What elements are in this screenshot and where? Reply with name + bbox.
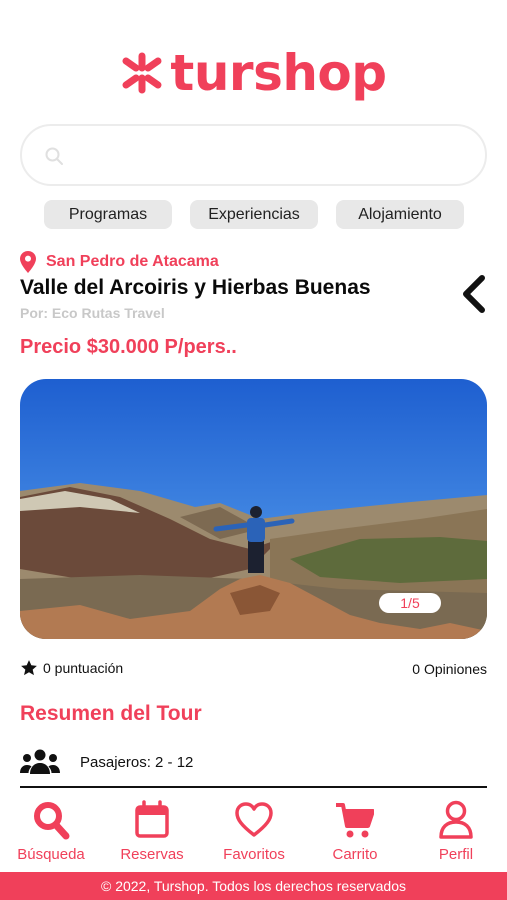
search-icon (45, 147, 63, 165)
calendar-icon (135, 800, 169, 838)
category-chips: Programas Experiencias Alojamiento (44, 200, 464, 229)
chip-programas[interactable]: Programas (44, 200, 172, 229)
cart-icon (336, 803, 374, 838)
brand-name: turshop (170, 44, 387, 102)
chip-alojamiento[interactable]: Alojamiento (336, 200, 464, 229)
nav-label: Carrito (332, 846, 378, 863)
search-input[interactable] (74, 134, 464, 178)
rating: 0 puntuación (20, 659, 123, 677)
heart-icon (235, 802, 273, 837)
passengers-row: Pasajeros: 2 - 12 (20, 748, 193, 776)
divider (20, 786, 487, 788)
tour-location: San Pedro de Atacama (20, 251, 219, 273)
passengers-label: Pasajeros: 2 - 12 (80, 753, 194, 771)
nav-favoritos[interactable]: Favoritos (209, 800, 299, 863)
group-icon (20, 749, 60, 774)
nav-label: Reservas (120, 846, 184, 863)
tour-operator: Por: Eco Rutas Travel (20, 305, 165, 321)
tour-photo-carousel[interactable]: 1/5 (20, 379, 487, 639)
location-pin-icon (20, 251, 36, 273)
back-chevron-icon[interactable] (460, 274, 490, 314)
nav-perfil[interactable]: Perfil (411, 800, 501, 863)
asterisk-logo-icon (122, 52, 162, 94)
chip-experiencias[interactable]: Experiencias (190, 200, 318, 229)
user-icon (439, 800, 473, 839)
nav-label: Perfil (438, 846, 474, 863)
brand-logo: turshop (0, 48, 507, 98)
tour-title: Valle del Arcoiris y Hierbas Buenas (20, 276, 371, 299)
search-bar[interactable] (20, 124, 487, 186)
nav-label: Búsqueda (17, 846, 85, 863)
opinions-count[interactable]: 0 Opiniones (412, 661, 487, 677)
star-icon (21, 660, 37, 676)
nav-reservas[interactable]: Reservas (107, 800, 197, 863)
footer-copyright: © 2022, Turshop. Todos los derechos rese… (0, 872, 507, 900)
nav-carrito[interactable]: Carrito (310, 800, 400, 863)
bottom-nav: Búsqueda Reservas Favoritos Carrito Perf… (0, 800, 507, 872)
location-label: San Pedro de Atacama (46, 253, 219, 270)
gallery-counter: 1/5 (379, 593, 441, 613)
summary-heading: Resumen del Tour (20, 702, 202, 725)
nav-label: Favoritos (223, 846, 285, 863)
nav-busqueda[interactable]: Búsqueda (6, 800, 96, 863)
rating-label: 0 puntuación (43, 660, 124, 676)
search-icon (34, 802, 70, 840)
tour-price: Precio $30.000 P/pers.. (20, 336, 237, 358)
